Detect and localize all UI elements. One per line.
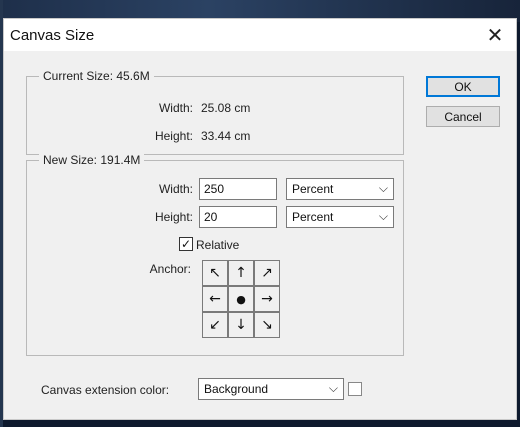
height-unit-value: Percent (292, 210, 334, 224)
new-size-legend: New Size: 191.4M (39, 153, 145, 167)
chevron-down-icon: ⌵ (378, 181, 388, 195)
relative-label[interactable]: Relative (196, 238, 239, 252)
chevron-down-icon: ⌵ (328, 381, 338, 395)
height-unit-select[interactable]: Percent ⌵ (286, 206, 394, 228)
new-size-group: New Size: 191.4M Width: Percent ⌵ Height… (26, 153, 404, 356)
anchor-label: Anchor: (149, 262, 191, 276)
height-input[interactable] (199, 206, 277, 228)
current-width-label: Width: (158, 101, 193, 115)
anchor-left-icon[interactable]: ← (203, 287, 227, 311)
cancel-button-label: Cancel (444, 109, 482, 124)
close-button[interactable]: ✕ (474, 19, 516, 51)
anchor-right-icon[interactable]: → (255, 287, 279, 311)
anchor-grid: ↖ ↑ ↗ ← ● → ↙ ↓ ↘ (202, 260, 280, 338)
canvas-size-dialog: Canvas Size ✕ Current Size: 45.6M Width:… (3, 18, 517, 420)
extension-color-label: Canvas extension color: (41, 383, 170, 397)
anchor-center-icon[interactable]: ● (229, 287, 253, 311)
extension-color-select[interactable]: Background ⌵ (198, 378, 344, 400)
checkmark-icon: ✓ (180, 237, 192, 251)
anchor-top-right-icon[interactable]: ↗ (255, 261, 279, 285)
anchor-bottom-left-icon[interactable]: ↙ (203, 313, 227, 337)
ok-button-label: OK (454, 79, 472, 94)
extension-color-swatch[interactable] (348, 382, 362, 396)
relative-checkbox[interactable]: ✓ (179, 237, 193, 251)
current-height-label: Height: (154, 129, 193, 143)
current-size-legend: Current Size: 45.6M (39, 69, 154, 83)
new-width-label: Width: (158, 182, 193, 196)
dialog-title: Canvas Size (10, 27, 95, 44)
anchor-top-left-icon[interactable]: ↖ (203, 261, 227, 285)
chevron-down-icon: ⌵ (378, 209, 388, 223)
extension-color-value: Background (204, 382, 269, 396)
current-height-value: 33.44 cm (201, 129, 251, 143)
title-bar[interactable]: Canvas Size ✕ (4, 19, 516, 51)
cancel-button[interactable]: Cancel (426, 106, 500, 127)
anchor-top-icon[interactable]: ↑ (229, 261, 253, 285)
ok-button[interactable]: OK (426, 76, 500, 97)
anchor-bottom-right-icon[interactable]: ↘ (255, 313, 279, 337)
width-unit-select[interactable]: Percent ⌵ (286, 178, 394, 200)
anchor-bottom-icon[interactable]: ↓ (229, 313, 253, 337)
new-height-label: Height: (154, 210, 193, 224)
width-input[interactable] (199, 178, 277, 200)
current-size-group: Current Size: 45.6M Width: 25.08 cm Heig… (26, 69, 404, 155)
current-width-value: 25.08 cm (201, 101, 251, 115)
close-icon: ✕ (486, 24, 504, 47)
width-unit-value: Percent (292, 182, 334, 196)
